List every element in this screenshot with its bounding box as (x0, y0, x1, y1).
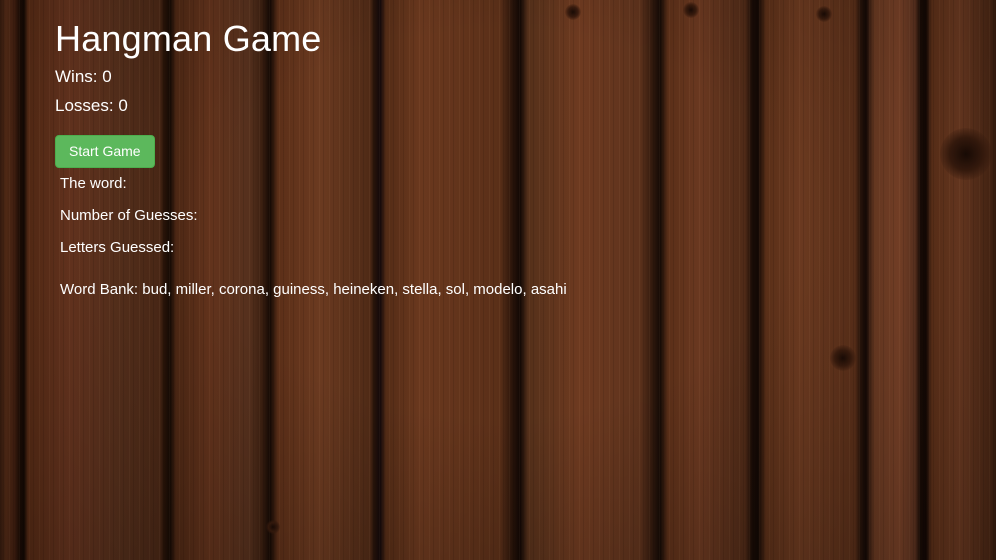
word-bank-label: Word Bank: (60, 281, 139, 298)
losses-label: Losses: (55, 96, 114, 115)
wins-label: Wins: (55, 67, 98, 86)
guesses-label: Number of Guesses: (60, 207, 198, 224)
word-bank-words: bud, miller, corona, guiness, heineken, … (142, 281, 567, 298)
guesses-remaining-row: Number of Guesses: (60, 207, 955, 225)
letters-guessed-label: Letters Guessed: (60, 239, 175, 256)
losses-value: 0 (118, 96, 128, 115)
word-bank: Word Bank: bud, miller, corona, guiness,… (60, 281, 955, 299)
current-word-label: The word: (60, 175, 127, 192)
current-word-row: The word: (60, 175, 955, 193)
wins-counter: Wins: 0 (55, 67, 955, 87)
losses-counter: Losses: 0 (55, 96, 955, 116)
start-game-button[interactable]: Start Game (55, 135, 155, 168)
game-container: Hangman Game Wins: 0 Losses: 0 Start Gam… (55, 18, 955, 299)
page-title: Hangman Game (55, 18, 322, 59)
game-info: The word: Number of Guesses: Letters Gue… (60, 175, 955, 299)
letters-guessed-row: Letters Guessed: (60, 239, 955, 257)
wins-value: 0 (102, 67, 112, 86)
